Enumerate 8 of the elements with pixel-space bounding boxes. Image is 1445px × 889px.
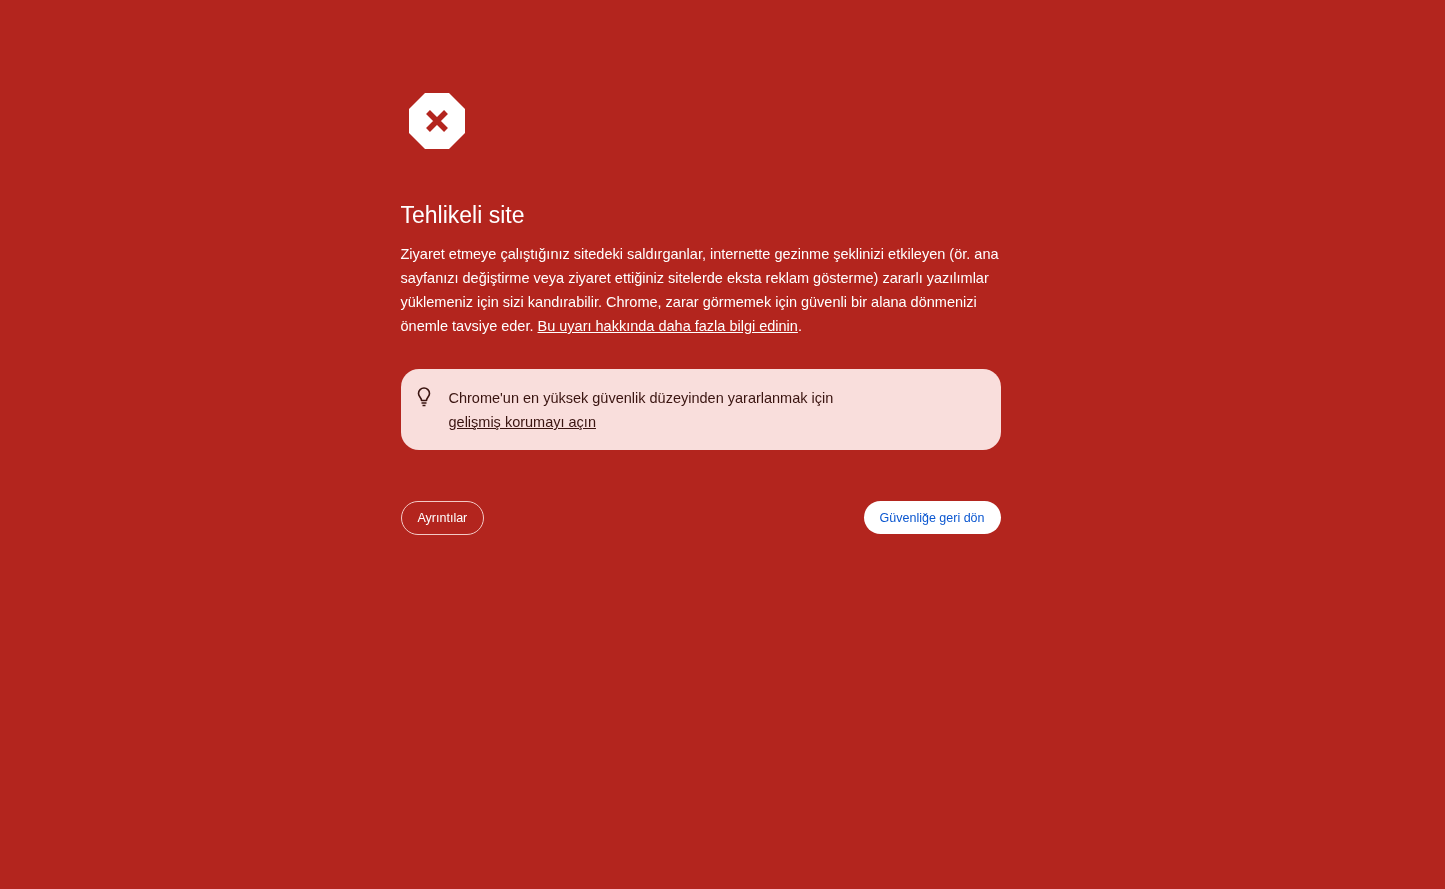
back-to-safety-button[interactable]: Güvenliğe geri dön [863, 501, 1001, 534]
page-heading: Tehlikeli site [400, 201, 526, 230]
learn-more-link[interactable]: Bu uyarı hakkında daha fazla bilgi edinin [537, 318, 798, 334]
enhanced-protection-link[interactable]: gelişmiş korumayı açın [448, 414, 596, 430]
warning-text: Ziyaret etmeye çalıştığınız sitedeki saldırganlar, internette gezinme şeklinizi etkileyen (ör. ana sayfanızı değiştirme veya ziyaret ettiğiniz sitelerde eksta reklam gösterme) zararlı yazılımlar yüklemeniz için sizi kandırabilir. Chrome, zarar görmemek için güvenli bir alana dönmenizi önemle tavsiye eder. Bu uyarı hakkında daha fazla bilgi edinin. [400, 245, 1000, 336]
lightbulb-icon [416, 387, 431, 407]
error-icon [408, 93, 465, 149]
tip-text: Chrome'un en yüksek güvenlik düzeyinden yararlanmak için gelişmiş korumayı açın [448, 389, 835, 432]
